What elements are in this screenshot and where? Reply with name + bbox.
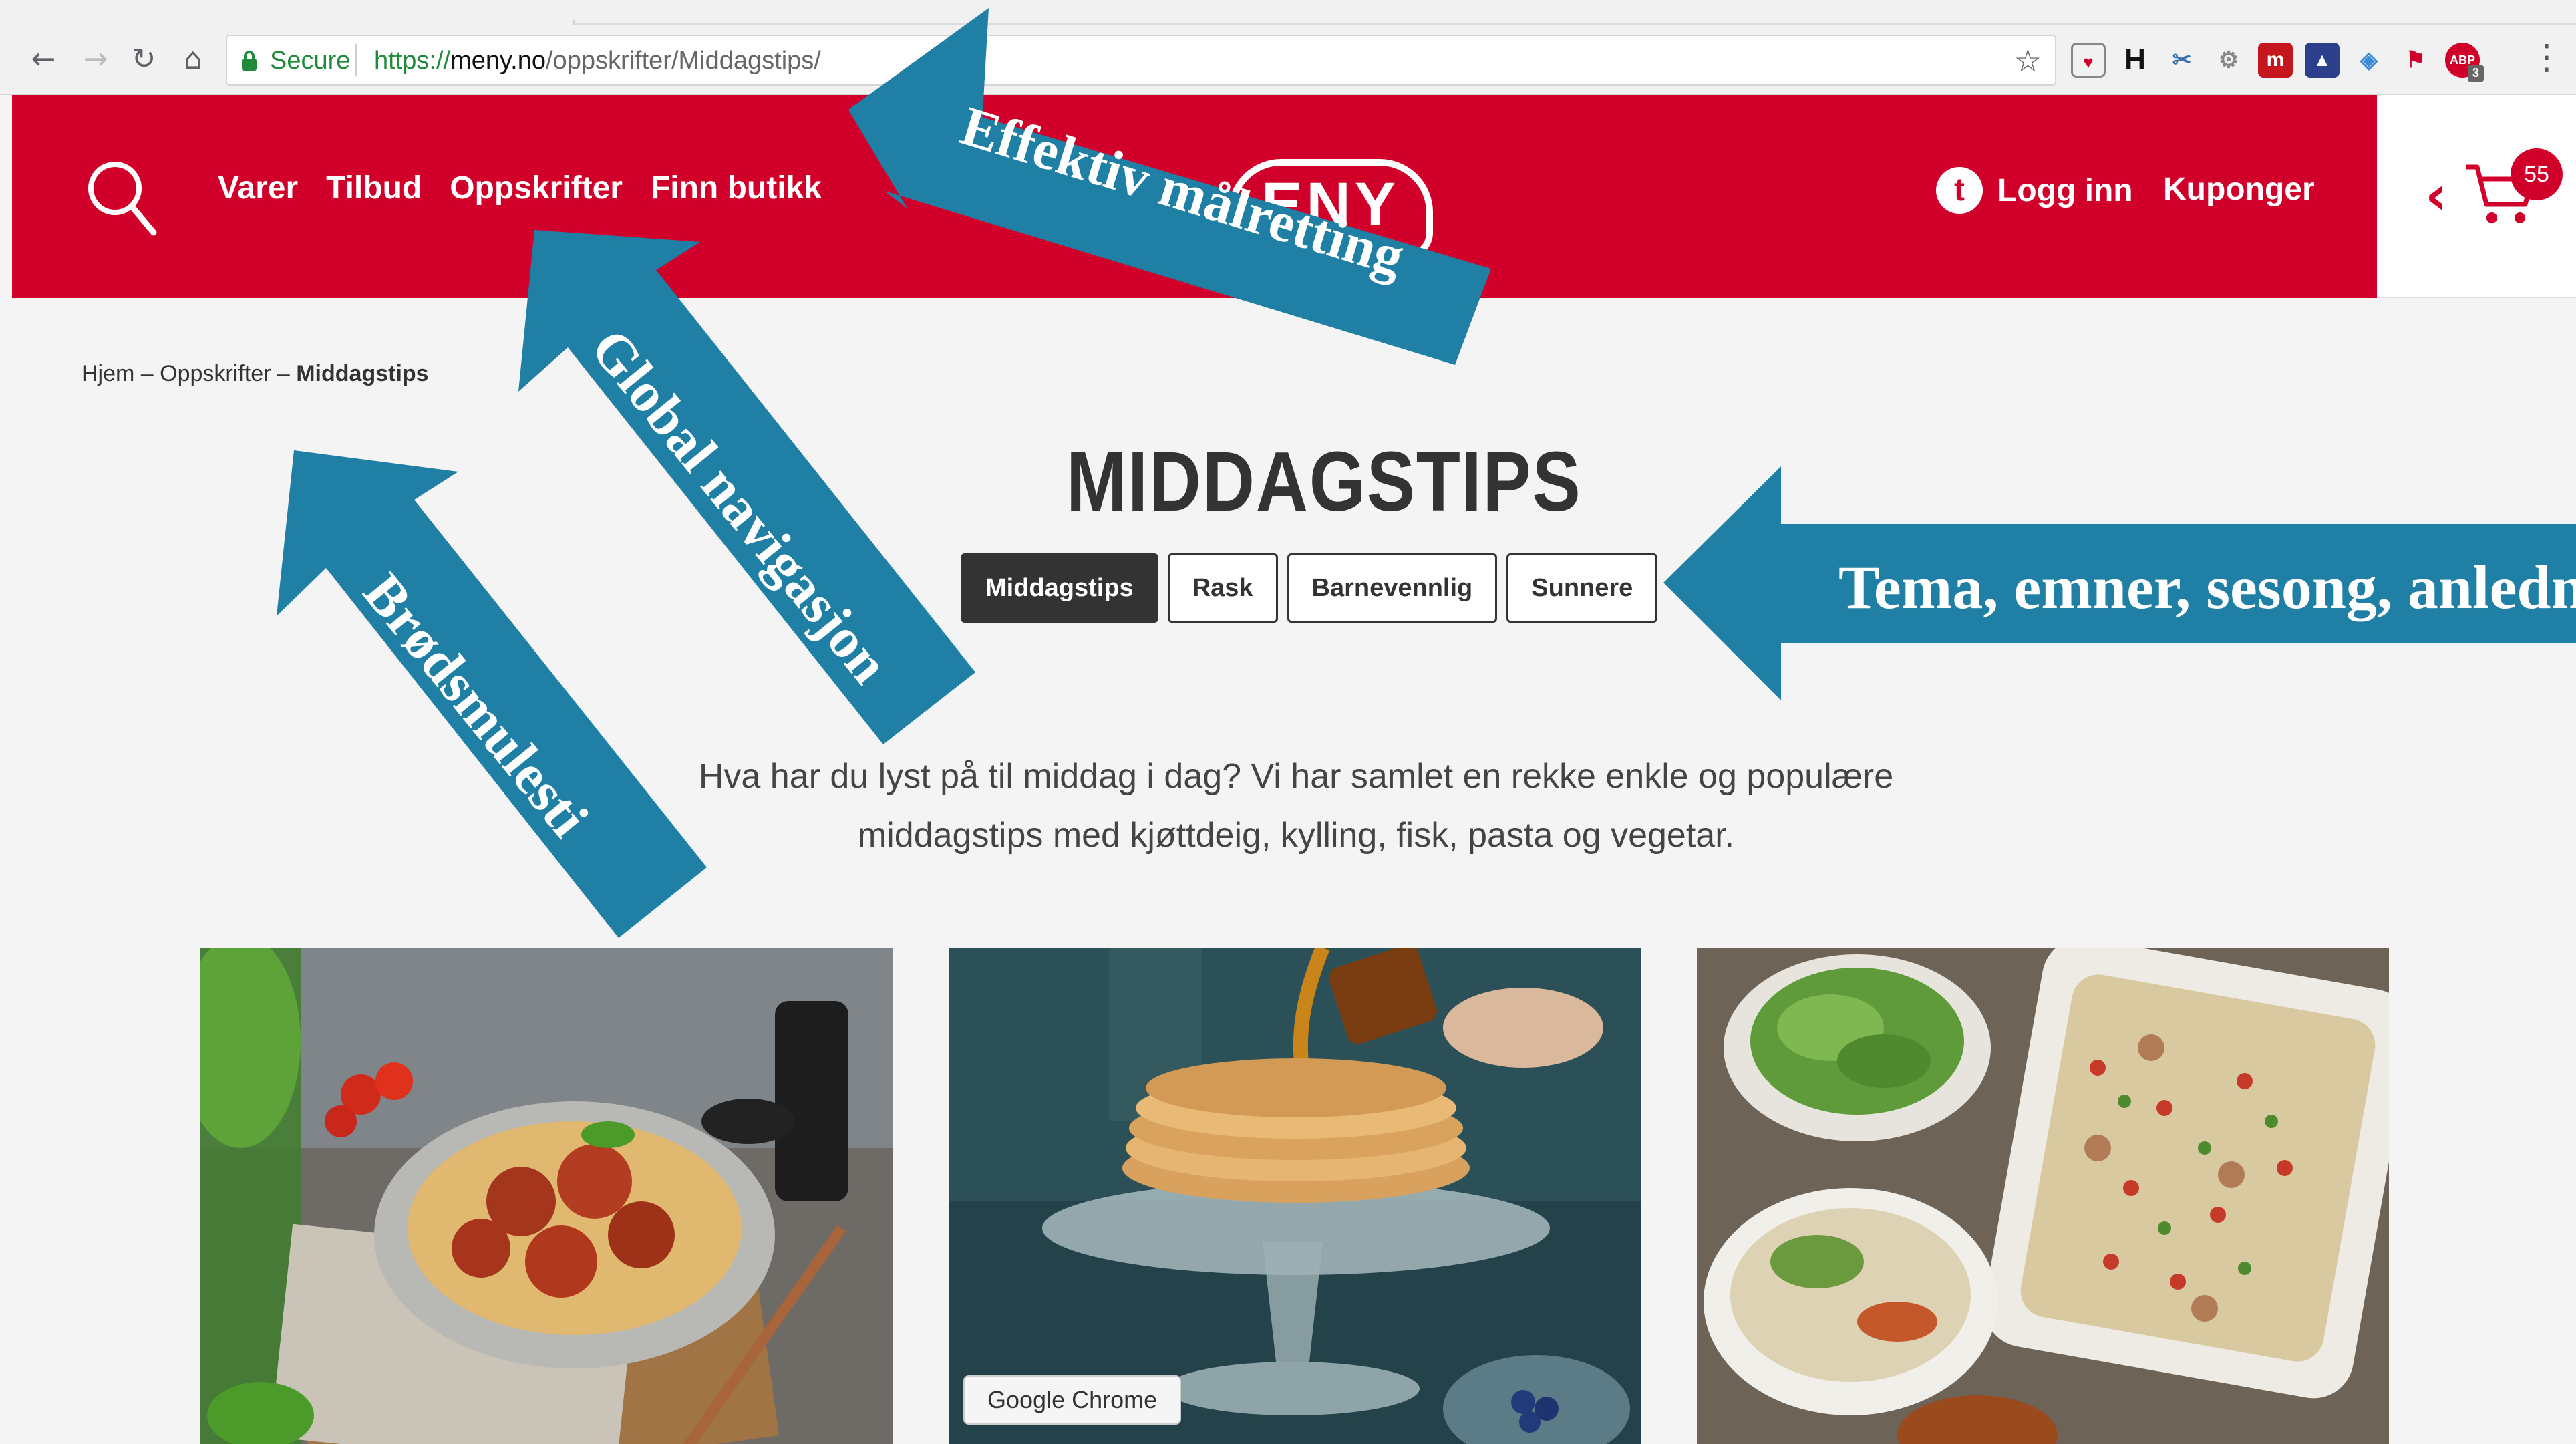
intro-line: Hva har du lyst på til middag i dag? Vi … xyxy=(698,757,1894,796)
breadcrumb-current: Middagstips xyxy=(296,361,429,386)
bookmark-star-icon[interactable]: ☆ xyxy=(2014,43,2042,79)
login-label: Logg inn xyxy=(1997,172,2133,208)
extension-icons: ♥ H ✂ ⚙ m ▲ ◈ ⚑ ABP 3 xyxy=(2071,39,2484,82)
chevron-left-icon[interactable]: ‹ xyxy=(2425,164,2447,227)
nav-tilbud[interactable]: Tilbud xyxy=(326,170,422,206)
screenshot: ← → ↻ ⌂ Secure https://meny.no/oppskrift… xyxy=(0,0,2576,1444)
address-bar[interactable]: Secure https://meny.no/oppskrifter/Midda… xyxy=(226,35,2056,86)
intro-text: Hva har du lyst på til middag i dag? Vi … xyxy=(588,747,2004,865)
intro-line: middagstips med kjøttdeig, kylling, fisk… xyxy=(857,816,1735,855)
translate-extension-icon[interactable]: ◈ xyxy=(2352,43,2386,78)
flag-extension-icon[interactable]: ⚑ xyxy=(2398,43,2433,78)
pancakes-image xyxy=(949,948,1641,1444)
tab-middagstips[interactable]: Middagstips xyxy=(961,553,1158,623)
search-icon[interactable] xyxy=(84,158,158,238)
lock-icon xyxy=(242,51,257,71)
meatball-pasta-image xyxy=(200,948,893,1444)
url-text[interactable]: https://meny.no/oppskrifter/Middagstips/ xyxy=(374,47,821,76)
h-extension-icon[interactable]: H xyxy=(2118,43,2152,78)
url-path: /oppskrifter/Middagstips/ xyxy=(546,47,821,75)
annotation-global-navigasjon: Global navigasjon xyxy=(579,317,901,695)
login-button[interactable]: t Logg inn xyxy=(1936,167,2133,214)
nav-finn-butikk[interactable]: Finn butikk xyxy=(651,170,822,206)
annotation-tema: Tema, emner, sesong, anledning xyxy=(1838,553,2576,621)
back-icon[interactable]: ← xyxy=(25,41,61,78)
reload-icon[interactable]: ↻ xyxy=(126,41,162,78)
trumf-icon: t xyxy=(1936,167,1983,214)
breadcrumb: Hjem – Oppskrifter – Middagstips xyxy=(82,361,429,387)
url-divider xyxy=(355,44,357,76)
pasta-casserole-image xyxy=(1697,948,2389,1444)
tab-barnevennlig[interactable]: Barnevennlig xyxy=(1287,553,1498,623)
breadcrumb-separator: – xyxy=(271,361,297,386)
m-extension-icon[interactable]: m xyxy=(2258,43,2293,78)
tab-rask[interactable]: Rask xyxy=(1167,553,1278,623)
extension-badge: 3 xyxy=(2468,65,2484,82)
breadcrumb-home[interactable]: Hjem xyxy=(82,361,134,386)
image-extension-icon[interactable]: ▲ xyxy=(2305,43,2340,78)
browser-menu-icon[interactable]: ⋮ xyxy=(2529,37,2564,78)
secure-label: Secure xyxy=(270,47,351,75)
forward-icon[interactable]: → xyxy=(77,41,114,78)
tool-extension-icon[interactable]: ✂ xyxy=(2164,43,2199,78)
chrome-tooltip: Google Chrome xyxy=(963,1375,1182,1425)
active-tab[interactable] xyxy=(0,20,575,25)
global-navigation: Varer Tilbud Oppskrifter Finn butikk xyxy=(218,170,822,206)
adblock-extension-icon[interactable]: ABP 3 xyxy=(2445,43,2484,82)
home-icon[interactable]: ⌂ xyxy=(175,41,211,78)
nav-varer[interactable]: Varer xyxy=(218,170,298,206)
breadcrumb-separator: – xyxy=(134,361,160,386)
category-tabs: Middagstips Rask Barnevennlig Sunnere xyxy=(961,553,1658,623)
nav-oppskrifter[interactable]: Oppskrifter xyxy=(450,170,623,206)
pocket-extension-icon[interactable]: ♥ xyxy=(2071,43,2106,78)
browser-toolbar: ← → ↻ ⌂ Secure https://meny.no/oppskrift… xyxy=(0,0,2576,95)
gear-extension-icon[interactable]: ⚙ xyxy=(2211,43,2246,78)
recipe-card-pasta-casserole[interactable] xyxy=(1697,948,2389,1444)
url-scheme: https:// xyxy=(374,47,451,75)
cart-panel: ‹ 55 xyxy=(2377,95,2576,298)
annotation-brodsmulesti: Brødsmulesti xyxy=(351,562,601,849)
url-host: meny.no xyxy=(450,47,546,75)
cart-count-badge: 55 xyxy=(2511,148,2563,200)
coupons-link[interactable]: Kuponger xyxy=(2163,171,2315,208)
recipe-card-pancakes[interactable] xyxy=(949,948,1641,1444)
tab-sunnere[interactable]: Sunnere xyxy=(1506,553,1658,623)
page-title: MIDDAGSTIPS xyxy=(1066,434,1582,529)
recipe-card-meatball-pasta[interactable] xyxy=(200,948,893,1444)
breadcrumb-oppskrifter[interactable]: Oppskrifter xyxy=(160,361,271,386)
